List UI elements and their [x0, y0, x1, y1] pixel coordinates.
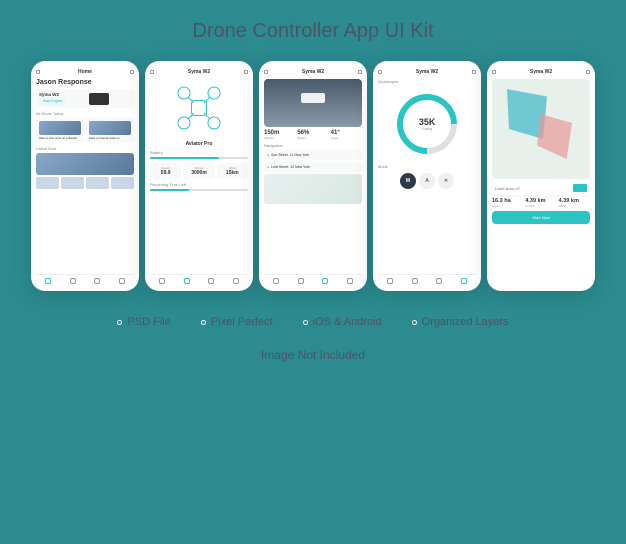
drone-photo: [264, 79, 362, 127]
bottom-nav: [264, 274, 362, 287]
location-2[interactable]: ●Leaf Street, 12 New York: [264, 162, 362, 172]
land-label: Land Area #7: [495, 186, 520, 191]
angle-stat: 41°Angle: [331, 130, 362, 140]
drone-illustration: [174, 83, 224, 133]
latest-shot-image[interactable]: [36, 153, 134, 175]
nav-map-icon[interactable]: [94, 278, 100, 284]
screen-home: Home Jason Response Syma W2 Start Engine…: [31, 61, 139, 291]
header-title: Home: [78, 69, 92, 75]
back-icon[interactable]: [492, 70, 496, 74]
bottom-nav: [150, 274, 248, 287]
mode-m-button[interactable]: M: [400, 173, 416, 189]
nav-label: Navigation: [264, 143, 362, 148]
nav-map-icon[interactable]: [436, 278, 442, 284]
start-button[interactable]: Start Now: [492, 211, 590, 224]
back-icon[interactable]: [378, 70, 382, 74]
length-stat: 4.39 kmLength: [525, 198, 556, 208]
drone-thumb-icon: [573, 184, 587, 192]
menu-icon[interactable]: [36, 70, 40, 74]
nav-home-icon[interactable]: [159, 278, 165, 284]
feature-layers: Organized Layers: [412, 316, 509, 328]
screen-flight: Syma W2 150mAltitude 56%Battery 41°Angle…: [259, 61, 367, 291]
more-icon[interactable]: [586, 70, 590, 74]
range-card: Range 3000m: [183, 163, 214, 179]
rec-bar: [150, 189, 189, 191]
altitude-stat: 150mAltitude: [264, 130, 295, 140]
more-icon[interactable]: [244, 70, 248, 74]
nav-map-icon[interactable]: [322, 278, 328, 284]
username: Jason Response: [36, 79, 134, 86]
more-icon[interactable]: [472, 70, 476, 74]
phone-screens: Home Jason Response Syma W2 Start Engine…: [0, 61, 626, 291]
shots-label: All Shots Today: [36, 111, 134, 116]
land-card: Land Area #7: [492, 181, 590, 195]
battery-bar: [150, 157, 219, 159]
header-title: Syma W2: [188, 69, 210, 75]
feature-platform: iOS & Android: [303, 316, 382, 328]
screen-drone-detail: Syma W2 Aviator Pro Battery Speed: [145, 61, 253, 291]
location-1[interactable]: ●Sun Street, 11 New York: [264, 150, 362, 160]
header-title: Syma W2: [530, 69, 552, 75]
shot-card-1[interactable]: Take a nice view on a Beach: [36, 118, 84, 143]
footer-note: Image Not Included: [0, 348, 626, 362]
nav-stats-icon[interactable]: [412, 278, 418, 284]
back-icon[interactable]: [150, 70, 154, 74]
rec-label: Recording Time Left: [150, 182, 248, 187]
zone-2: [537, 114, 572, 159]
features-row: PSD File Pixel Perfect iOS & Android Org…: [0, 316, 626, 328]
battery-label: Battery: [150, 150, 248, 155]
shot-card-2[interactable]: Take a cinema video to: [86, 118, 134, 143]
mode-label: Mode: [378, 164, 476, 169]
width-stat: 4.39 kmWidth: [559, 198, 590, 208]
mini-map[interactable]: [264, 174, 362, 204]
nav-profile-icon[interactable]: [119, 278, 125, 284]
header-title: Syma W2: [302, 69, 324, 75]
more-icon[interactable]: [358, 70, 362, 74]
nav-stats-icon[interactable]: [298, 278, 304, 284]
bottom-nav: [378, 274, 476, 287]
engine-button[interactable]: Start Engine: [39, 97, 66, 105]
header-title: Syma W2: [416, 69, 438, 75]
nav-stats-icon[interactable]: [184, 278, 190, 284]
area-stat: 16.3 haArea: [492, 198, 523, 208]
land-map[interactable]: [492, 79, 590, 179]
nav-home-icon[interactable]: [45, 278, 51, 284]
latest-label: Latest Shot: [36, 146, 134, 151]
drone-image: [89, 93, 109, 105]
sub-label: Quadcopter: [378, 79, 476, 84]
speed-card: Speed 59.9: [150, 163, 181, 179]
nav-home-icon[interactable]: [273, 278, 279, 284]
battery-stat: 56%Battery: [297, 130, 328, 140]
shot-thumbnails: [36, 177, 134, 189]
wind-card: Wind 15km: [217, 163, 248, 179]
nav-profile-icon[interactable]: [233, 278, 239, 284]
nav-map-icon[interactable]: [208, 278, 214, 284]
mode-x-button[interactable]: ✕: [438, 173, 454, 189]
more-icon[interactable]: [130, 70, 134, 74]
screen-map: Syma W2 Land Area #7 16.3 haArea 4.39 km…: [487, 61, 595, 291]
feature-pixel: Pixel Perfect: [201, 316, 273, 328]
nav-home-icon[interactable]: [387, 278, 393, 284]
mode-a-button[interactable]: A: [419, 173, 435, 189]
screen-gauge: Syma W2 Quadcopter 35K Rating Mode M A ✕: [373, 61, 481, 291]
nav-stats-icon[interactable]: [70, 278, 76, 284]
bottom-nav: [36, 274, 134, 287]
feature-psd: PSD File: [117, 316, 170, 328]
page-title: Drone Controller App UI Kit: [0, 20, 626, 43]
back-icon[interactable]: [264, 70, 268, 74]
gauge-ring: 35K Rating: [385, 82, 470, 167]
drone-title: Aviator Pro: [150, 141, 248, 147]
nav-profile-icon[interactable]: [461, 278, 467, 284]
nav-profile-icon[interactable]: [347, 278, 353, 284]
